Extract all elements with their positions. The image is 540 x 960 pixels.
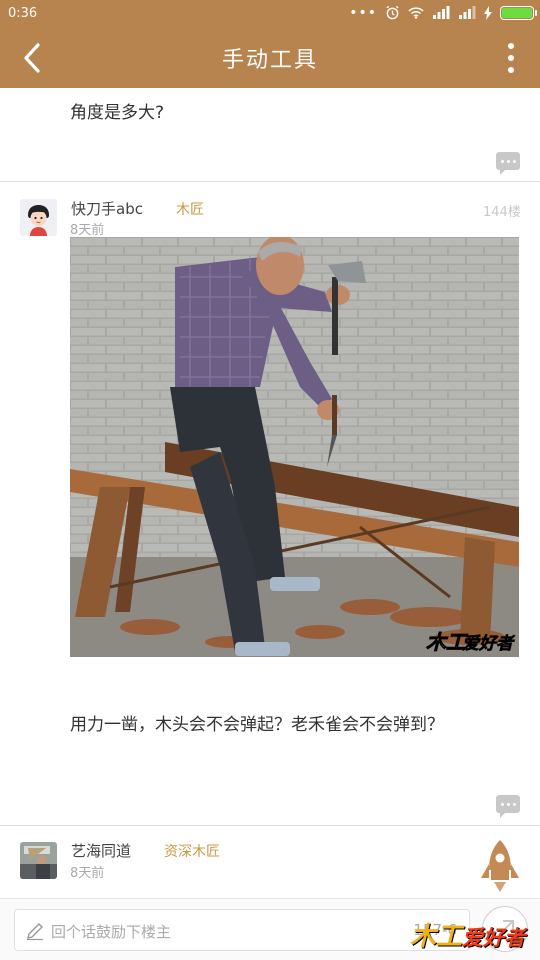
signal-icon-2 [459, 6, 476, 19]
prev-post-text: 角度是多大? [70, 103, 165, 123]
avatar[interactable] [20, 842, 57, 879]
reply-placeholder: 回个话鼓励下楼主 [51, 923, 172, 941]
status-bar: 0:36 ••• [0, 0, 540, 28]
notification-dots-icon: ••• [349, 4, 377, 21]
user-avatar-icon [20, 842, 57, 879]
post-photo[interactable]: 木工 爱好者 [70, 237, 519, 657]
back-to-top-button[interactable] [478, 838, 522, 894]
brand-logo-rest: 爱好者 [462, 926, 526, 950]
chiseling-photo-image: 木工 爱好者 [70, 237, 519, 657]
reply-input[interactable]: 回个话鼓励下楼主 157-6 [14, 909, 470, 951]
rocket-icon [481, 840, 519, 892]
wifi-icon [408, 7, 424, 19]
brand-logo: 木工爱好者 [410, 916, 525, 953]
svg-text:爱好者: 爱好者 [462, 634, 516, 654]
signal-icon-1 [433, 6, 450, 19]
status-time: 0:36 [8, 6, 38, 21]
page-title: 手动工具 [221, 48, 318, 73]
more-dot [508, 67, 514, 73]
divider [0, 181, 540, 182]
reply-comment-icon[interactable] [496, 795, 520, 818]
floor-number: 144楼 [483, 205, 521, 220]
post-body-text: 用力一凿，木头会不会弹起？老禾雀会不会弹到？ [70, 715, 444, 735]
brand-logo-mu: 木工 [410, 922, 463, 952]
reply-comment-icon[interactable] [496, 152, 520, 175]
more-menu-button[interactable] [496, 38, 526, 78]
battery-icon [500, 5, 537, 20]
divider [0, 825, 540, 826]
username[interactable]: 艺海同道 [71, 840, 131, 861]
user-avatar-icon [20, 199, 57, 236]
user-rank-badge: 木匠 [176, 202, 204, 218]
thread-content[interactable]: 角度是多大? 快刀手abc 木匠 8天前 144楼 木工 爱好者 用力一凿，木头… [0, 88, 540, 898]
username[interactable]: 快刀手abc [71, 198, 143, 219]
status-icons: ••• [349, 4, 537, 21]
header-bar: 手动工具 [0, 28, 540, 88]
more-dot [508, 55, 514, 61]
pencil-icon [27, 923, 43, 941]
post-time: 8天前 [70, 223, 105, 238]
more-dot [508, 43, 514, 49]
avatar[interactable] [20, 199, 57, 236]
user-rank-badge: 资深木匠 [164, 844, 220, 860]
post-time: 8天前 [70, 866, 105, 881]
alarm-icon [386, 5, 399, 20]
charging-icon [484, 5, 492, 20]
